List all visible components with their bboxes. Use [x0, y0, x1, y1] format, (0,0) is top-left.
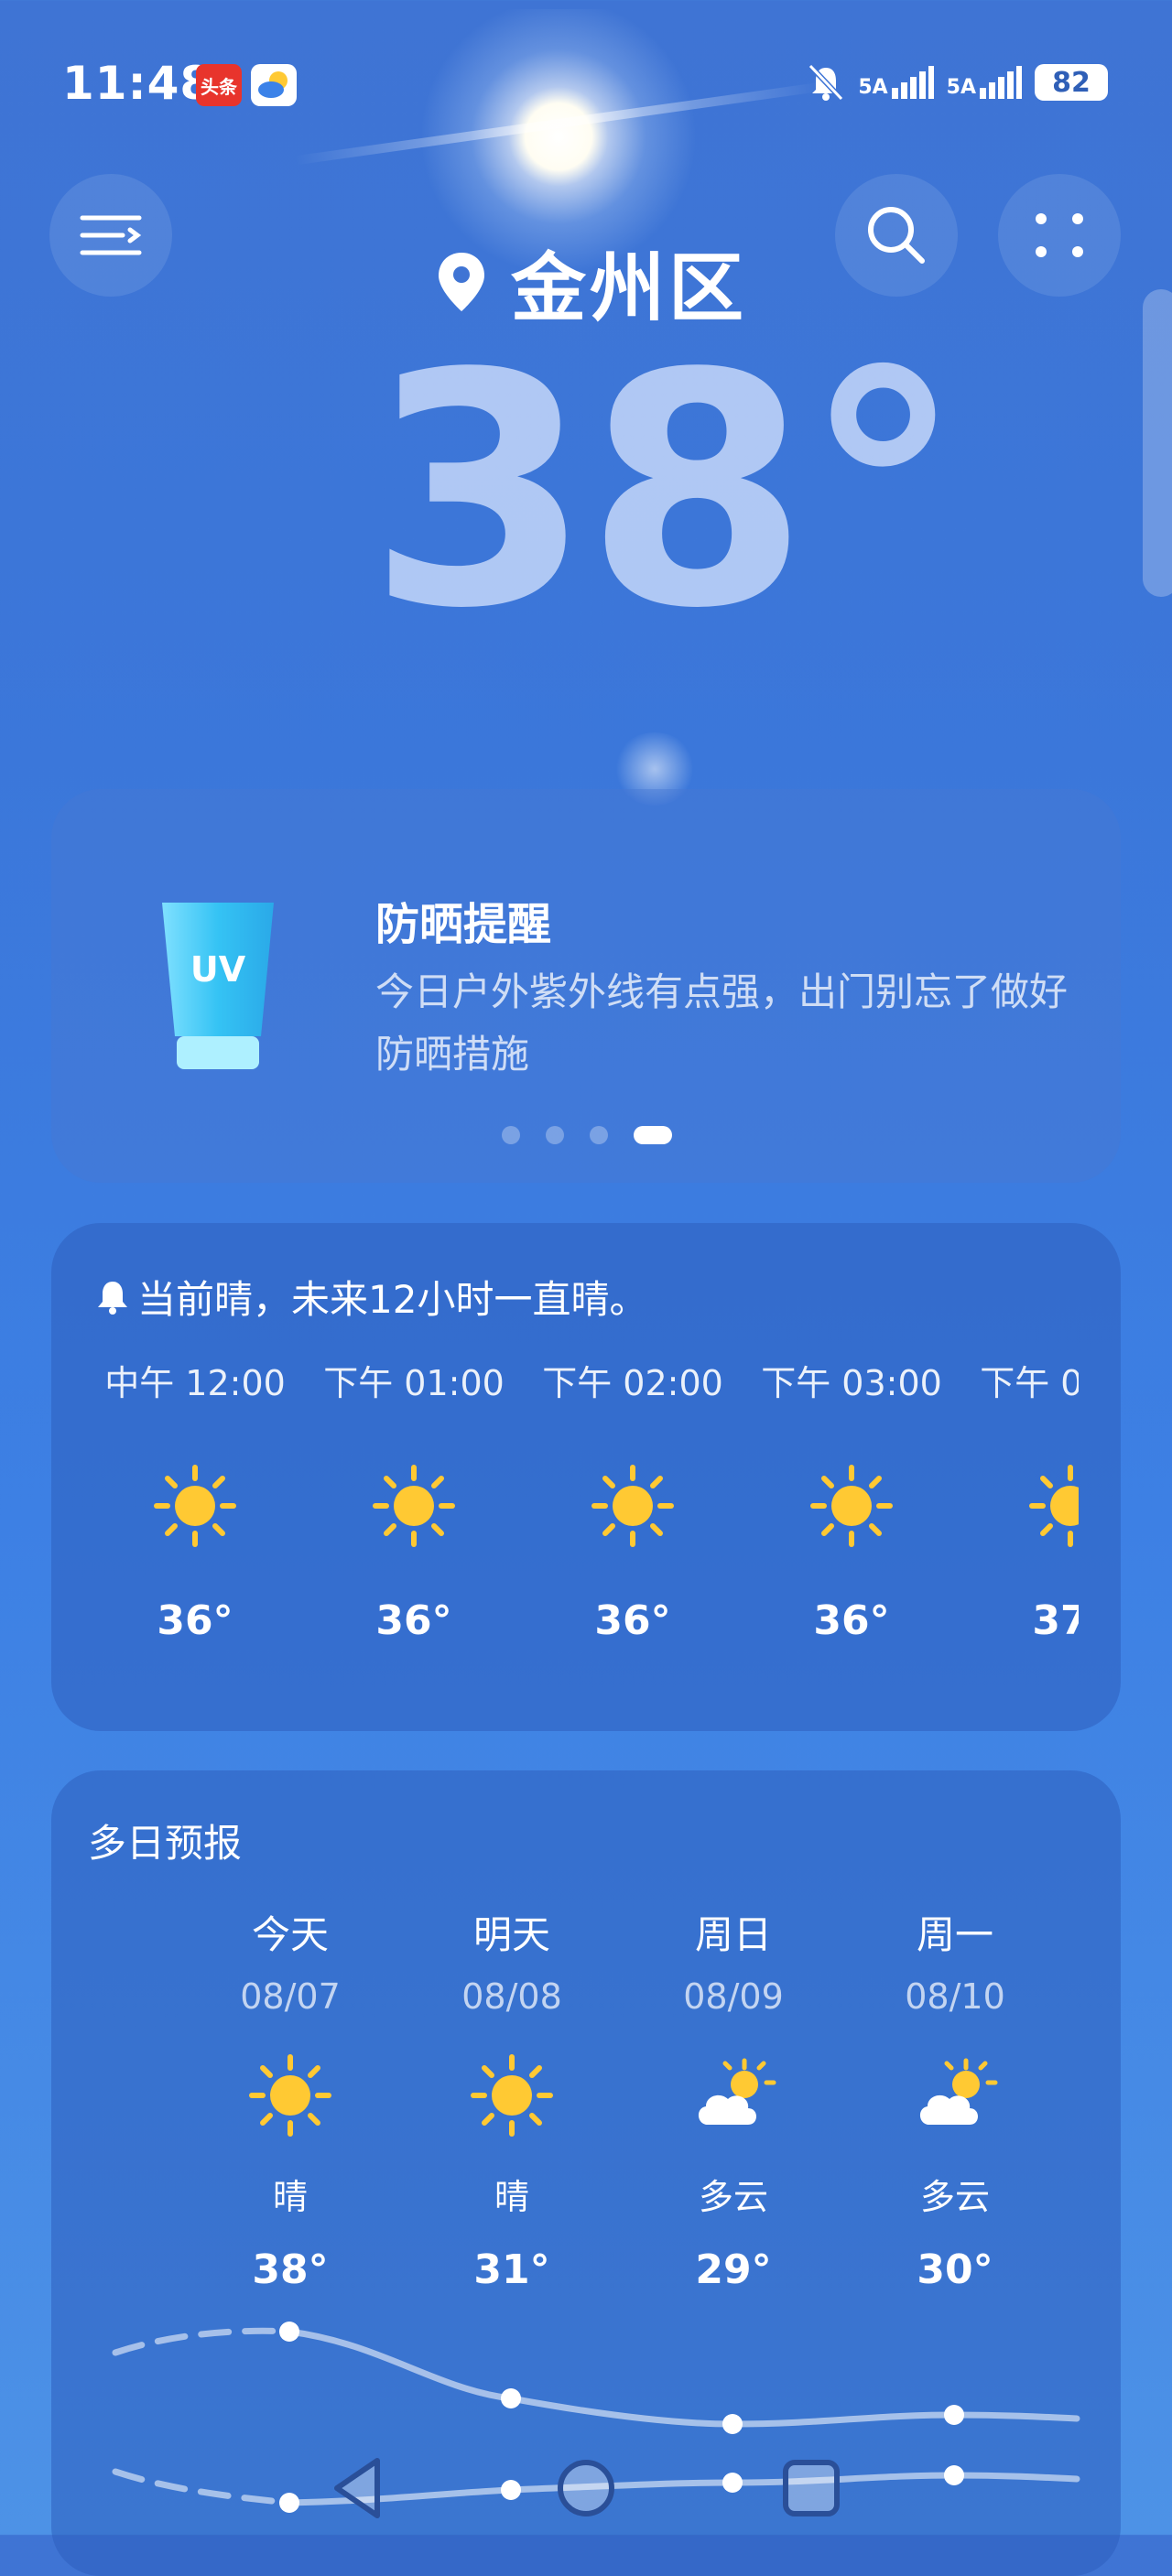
back-icon[interactable] [334, 2458, 380, 2518]
daily-forecast-title: 多日预报 [88, 1821, 243, 1866]
search-icon [868, 207, 925, 264]
hour-item: 下午 02:00 36° [542, 1363, 723, 1644]
hour-item: 中午 12:00 36° [104, 1363, 286, 1644]
menu-button[interactable] [49, 174, 172, 297]
high-temp-point [501, 2388, 521, 2408]
status-icons: 5A 5A 82 [807, 62, 1108, 103]
menu-icon [80, 215, 142, 255]
signal-icon-2: 5A [947, 66, 1022, 99]
sunny-icon [246, 2051, 334, 2139]
sunny-icon [370, 1462, 458, 1550]
day-item[interactable]: 周日 08/09 多云 29° [642, 1904, 825, 2293]
sunny-icon [808, 1462, 895, 1550]
uv-label: UV [190, 949, 246, 990]
more-options-button[interactable] [998, 174, 1121, 297]
four-dots-icon [1036, 213, 1083, 257]
carousel-dot [546, 1126, 564, 1144]
day-item[interactable]: 今天 08/07 晴 38° [199, 1904, 382, 2293]
hourly-summary: 当前晴，未来12小时一直晴。 [95, 1269, 647, 1325]
current-temperature: 38° [368, 305, 963, 678]
reminder-text: 今日户外紫外线有点强，出门别忘了做好防晒措施 [375, 969, 1069, 1077]
battery-indicator: 82 [1035, 64, 1108, 101]
carousel-dot [502, 1126, 520, 1144]
news-app-icon: 头条 [196, 64, 242, 106]
high-temp-point [944, 2405, 964, 2425]
hourly-scroll-row[interactable]: 中午 12:00 36° 下午 01:00 36° 下午 02:00 36° 下… [71, 1355, 1079, 1703]
weather-app-icon [251, 64, 297, 106]
sunny-icon [468, 2051, 556, 2139]
navigation-bar [334, 2458, 840, 2518]
day-item[interactable]: 周一 08/10 多云 30° [863, 1904, 1047, 2293]
signal-icon-1: 5A [858, 66, 934, 99]
reminder-title: 防晒提醒 [375, 899, 552, 950]
carousel-dot-active [634, 1126, 672, 1144]
hour-item: 下午 03:00 36° [761, 1363, 942, 1644]
alarm-bell-icon [98, 1281, 127, 1315]
day-item[interactable]: 明天 08/08 晴 31° [420, 1904, 603, 2293]
mute-bell-icon [808, 63, 844, 102]
location-pin-icon [439, 252, 484, 311]
carousel-dot [590, 1126, 608, 1144]
partly-cloudy-icon [911, 2051, 999, 2139]
sunny-icon [151, 1462, 239, 1550]
hour-item: 下午 04:00 37° [974, 1355, 1079, 1644]
hour-item: 下午 01:00 36° [323, 1363, 505, 1644]
carousel-indicator [502, 1126, 672, 1144]
high-temp-curve-dashed [112, 2327, 293, 2356]
side-drawer-handle[interactable] [1143, 289, 1172, 597]
status-time: 11:48 [62, 57, 213, 110]
high-temp-point [279, 2322, 299, 2342]
high-temp-point [722, 2414, 743, 2434]
sunny-icon [1026, 1462, 1079, 1550]
hourly-summary-text: 当前晴，未来12小时一直晴。 [137, 1277, 648, 1322]
sunny-icon [589, 1462, 677, 1550]
recent-apps-icon[interactable] [783, 2460, 840, 2516]
search-button[interactable] [835, 174, 958, 297]
home-icon[interactable] [558, 2460, 614, 2516]
partly-cloudy-icon [689, 2051, 777, 2139]
sunscreen-tube-icon: UV [160, 899, 276, 1073]
